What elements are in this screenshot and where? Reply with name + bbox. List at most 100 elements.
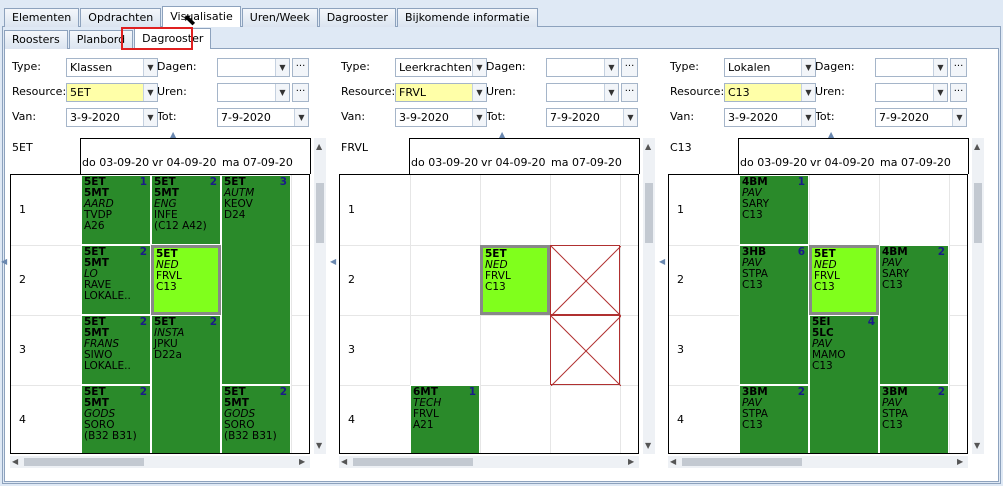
lesson-block[interactable]: 5ET 2 5MT GODS SORO (B32 B31) <box>221 385 291 453</box>
tot-date[interactable]: 7-9-2020 ▼ <box>546 108 638 127</box>
lesson-block[interactable]: 5ET NED FRVL C13 <box>480 245 550 315</box>
dagen-select[interactable]: ▼ <box>875 58 948 77</box>
chevron-down-icon[interactable]: ▼ <box>933 84 947 101</box>
chevron-down-icon[interactable]: ▼ <box>294 109 308 126</box>
lesson-block[interactable]: 3BM 2 PAV STPA C13 <box>879 385 949 453</box>
dagen-select[interactable]: ▼ <box>546 58 619 77</box>
chevron-down-icon[interactable]: ▼ <box>275 59 289 76</box>
lesson-block[interactable]: 5ET NED FRVL C13 <box>809 245 879 315</box>
lesson-block[interactable]: 5ET NED FRVL C13 <box>151 245 221 315</box>
horizontal-scrollbar[interactable]: ◀ ▶ <box>10 456 310 468</box>
chevron-down-icon[interactable]: ▼ <box>275 84 289 101</box>
uren-select[interactable]: ▼ <box>875 83 948 102</box>
type-select[interactable]: Klassen ▼ <box>66 58 158 77</box>
lesson-block[interactable]: 5EI 4 5LC PAV MAMO C13 <box>809 315 879 453</box>
lesson-count: 1 <box>139 176 147 188</box>
chevron-down-icon[interactable]: ▼ <box>143 84 157 101</box>
van-date[interactable]: 3-9-2020 ▼ <box>66 108 158 127</box>
scroll-up-icon[interactable]: ▲ <box>974 142 980 151</box>
type-label: Type: <box>12 60 41 73</box>
lesson-block[interactable]: 5ET 1 5MT AARD TVDP A26 <box>81 175 151 245</box>
lesson-block[interactable]: 5ET 2 5MT FRANS SIWO LOKALE.. <box>81 315 151 385</box>
tot-date[interactable]: 7-9-2020 ▼ <box>875 108 967 127</box>
tab-opdrachten[interactable]: Opdrachten <box>80 8 162 27</box>
lesson-block[interactable]: 3BM 2 PAV STPA C13 <box>739 385 809 453</box>
type-select[interactable]: Leerkrachten ▼ <box>395 58 487 77</box>
chevron-down-icon[interactable]: ▼ <box>952 109 966 126</box>
scroll-up-icon[interactable]: ▲ <box>645 142 651 151</box>
chevron-down-icon[interactable]: ▼ <box>933 59 947 76</box>
uren-browse-button[interactable]: ··· <box>621 83 638 102</box>
van-date-value: 3-9-2020 <box>728 111 778 124</box>
scroll-thumb[interactable] <box>645 183 653 243</box>
horizontal-scrollbar[interactable]: ◀ ▶ <box>668 456 968 468</box>
uren-browse-button[interactable]: ··· <box>950 83 967 102</box>
chevron-down-icon[interactable]: ▼ <box>801 109 815 126</box>
lesson-block[interactable]: 5ET 2 5MT GODS SORO (B32 B31) <box>81 385 151 453</box>
chevron-down-icon[interactable]: ▼ <box>143 109 157 126</box>
scroll-down-icon[interactable]: ▼ <box>974 441 980 450</box>
chevron-down-icon[interactable]: ▼ <box>472 84 486 101</box>
resource-select[interactable]: C13 ▼ <box>724 83 816 102</box>
uren-select[interactable]: ▼ <box>217 83 290 102</box>
scroll-left-icon[interactable]: ◀ <box>12 457 18 466</box>
scroll-thumb[interactable] <box>974 183 982 243</box>
scroll-left-icon[interactable]: ◀ <box>670 457 676 466</box>
lesson-block[interactable]: 5ET 2 5MT ENG INFE (C12 A42) <box>151 175 221 245</box>
tab-bijkomende-informatie[interactable]: Bijkomende informatie <box>396 8 538 27</box>
lesson-block[interactable]: 5ET 2 5MT LO RAVE LOKALE.. <box>81 245 151 315</box>
lesson-block[interactable]: 4BM 2 PAV SARY C13 <box>879 245 949 385</box>
collapse-left-icon[interactable]: ◀ <box>330 257 336 266</box>
resource-select[interactable]: FRVL ▼ <box>395 83 487 102</box>
dagen-browse-button[interactable]: ··· <box>292 58 309 77</box>
chevron-down-icon[interactable]: ▼ <box>623 109 637 126</box>
lesson-block[interactable]: 3HB 6 PAV STPA C13 <box>739 245 809 385</box>
scroll-down-icon[interactable]: ▼ <box>645 441 651 450</box>
scroll-right-icon[interactable]: ▶ <box>299 457 305 466</box>
chevron-down-icon[interactable]: ▼ <box>143 59 157 76</box>
lesson-block[interactable]: 5ET 3 AUTM KEOV D24 <box>221 175 291 385</box>
chevron-down-icon[interactable]: ▼ <box>472 59 486 76</box>
tab-elementen[interactable]: Elementen <box>4 8 80 27</box>
collapse-left-icon[interactable]: ◀ <box>1 257 7 266</box>
collapse-left-icon[interactable]: ◀ <box>659 257 665 266</box>
tot-date[interactable]: 7-9-2020 ▼ <box>217 108 309 127</box>
horizontal-scrollbar[interactable]: ◀ ▶ <box>339 456 639 468</box>
chevron-down-icon[interactable]: ▼ <box>604 59 618 76</box>
dagen-browse-button[interactable]: ··· <box>950 58 967 77</box>
tab-dagrooster[interactable]: Dagrooster <box>318 8 396 27</box>
scroll-up-icon[interactable]: ▲ <box>316 142 322 151</box>
dagen-browse-button[interactable]: ··· <box>621 58 638 77</box>
scroll-thumb[interactable] <box>316 183 324 243</box>
resource-select[interactable]: 5ET ▼ <box>66 83 158 102</box>
scroll-right-icon[interactable]: ▶ <box>957 457 963 466</box>
chevron-down-icon[interactable]: ▼ <box>472 109 486 126</box>
scroll-thumb[interactable] <box>353 458 473 466</box>
vertical-scrollbar[interactable]: ▲ ▼ <box>972 138 984 454</box>
resource-select-value: FRVL <box>399 86 427 99</box>
tab-visualisatie[interactable]: Visualisatie <box>162 6 241 27</box>
scroll-thumb[interactable] <box>682 458 802 466</box>
lesson-count: 1 <box>797 176 805 188</box>
scroll-right-icon[interactable]: ▶ <box>628 457 634 466</box>
scroll-thumb[interactable] <box>24 458 144 466</box>
uren-select[interactable]: ▼ <box>546 83 619 102</box>
uren-browse-button[interactable]: ··· <box>292 83 309 102</box>
vertical-scrollbar[interactable]: ▲ ▼ <box>643 138 655 454</box>
scroll-left-icon[interactable]: ◀ <box>341 457 347 466</box>
chevron-down-icon[interactable]: ▼ <box>604 84 618 101</box>
van-date[interactable]: 3-9-2020 ▼ <box>724 108 816 127</box>
lesson-block[interactable]: 4BM 1 PAV SARY C13 <box>739 175 809 245</box>
lesson-block[interactable]: 6MT 1 TECH FRVL A21 <box>410 385 480 453</box>
chevron-down-icon[interactable]: ▼ <box>801 59 815 76</box>
dagen-select[interactable]: ▼ <box>217 58 290 77</box>
lesson-block[interactable]: 5ET 2 INSTA JPKU D22a <box>151 315 221 453</box>
chevron-down-icon[interactable]: ▼ <box>801 84 815 101</box>
subtab-roosters[interactable]: Roosters <box>4 30 68 49</box>
column-date-3: ma 07-09-20 <box>222 156 293 169</box>
tab-uren-week[interactable]: Uren/Week <box>241 8 318 27</box>
type-select[interactable]: Lokalen ▼ <box>724 58 816 77</box>
van-date[interactable]: 3-9-2020 ▼ <box>395 108 487 127</box>
scroll-down-icon[interactable]: ▼ <box>316 441 322 450</box>
vertical-scrollbar[interactable]: ▲ ▼ <box>314 138 326 454</box>
